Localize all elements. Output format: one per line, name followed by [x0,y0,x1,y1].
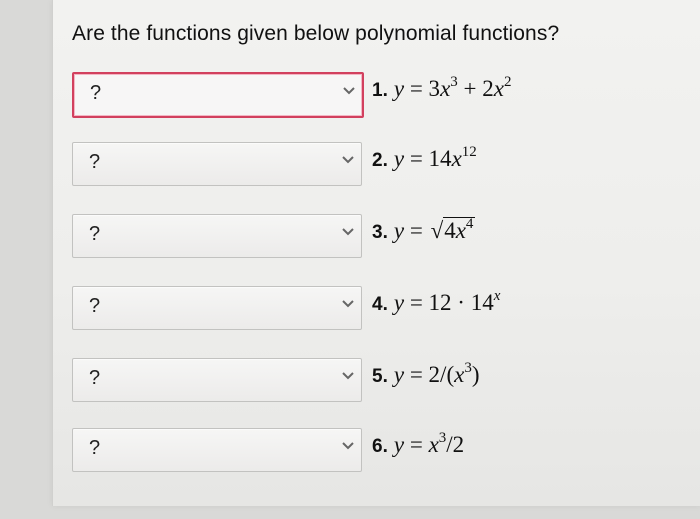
question-row-1: ? 1. y = 3x3 + 2x2 [72,72,700,118]
chevron-down-icon [342,228,354,236]
question-row-3: ? 3. y = √4x4 [72,214,700,260]
chevron-down-icon [342,442,354,450]
select-value: ? [89,437,101,459]
equation-6: 6. y = x3/2 [372,430,465,458]
equation-5: 5. y = 2/(x3) [372,360,480,388]
question-row-6: ? 6. y = x3/2 [72,428,700,474]
select-value: ? [89,223,101,245]
question-row-5: ? 5. y = 2/(x3) [72,358,700,404]
select-value: ? [89,367,101,389]
item-number: 2. [372,150,388,171]
equation-4: 4. y = 12 · 14x [372,288,501,316]
answer-select-4[interactable]: ? [72,286,362,330]
chevron-down-icon [342,156,354,164]
equation-1: 1. y = 3x3 + 2x2 [372,74,512,102]
question-title: Are the functions given below polynomial… [72,22,560,45]
answer-select-6[interactable]: ? [72,428,362,472]
chevron-down-icon [342,300,354,308]
select-value: ? [89,295,101,317]
item-number: 6. [372,436,388,457]
answer-select-1[interactable]: ? [72,72,364,118]
chevron-down-icon [343,87,355,95]
answer-select-5[interactable]: ? [72,358,362,402]
select-value: ? [90,82,102,104]
equation-3: 3. y = √4x4 [372,216,476,243]
item-number: 3. [372,222,388,243]
question-row-2: ? 2. y = 14x12 [72,142,700,188]
chevron-down-icon [342,372,354,380]
answer-select-3[interactable]: ? [72,214,362,258]
item-number: 5. [372,366,388,387]
select-value: ? [89,151,101,173]
item-number: 4. [372,294,388,315]
answer-select-2[interactable]: ? [72,142,362,186]
equation-2: 2. y = 14x12 [372,144,477,172]
item-number: 1. [372,80,388,101]
question-row-4: ? 4. y = 12 · 14x [72,286,700,332]
